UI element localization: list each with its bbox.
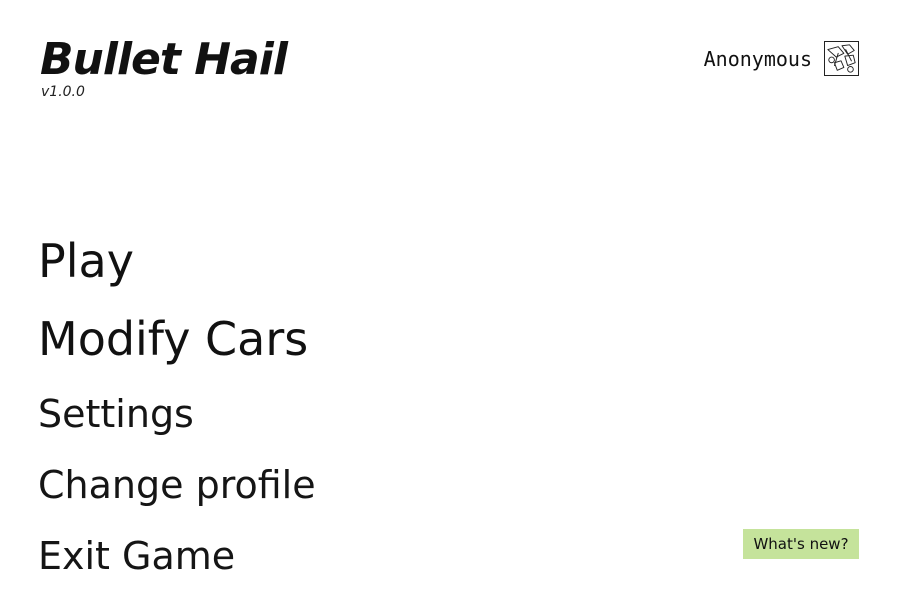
profile-name[interactable]: Anonymous	[704, 47, 812, 71]
menu-item-settings[interactable]: Settings	[38, 378, 316, 449]
profile-widget[interactable]: Anonymous	[704, 41, 859, 76]
menu-item-play[interactable]: Play	[38, 222, 316, 300]
menu-item-change-profile[interactable]: Change profile	[38, 449, 316, 520]
game-title: Bullet Hail	[40, 34, 288, 85]
doodle-avatar-icon[interactable]	[824, 41, 859, 76]
menu-item-exit-game[interactable]: Exit Game	[38, 520, 316, 591]
game-header: Bullet Hail v1.0.0	[40, 34, 288, 100]
menu-item-modify-cars[interactable]: Modify Cars	[38, 300, 316, 378]
main-menu: Play Modify Cars Settings Change profile…	[38, 222, 316, 591]
whats-new-button[interactable]: What's new?	[743, 529, 859, 559]
game-version: v1.0.0	[41, 84, 85, 100]
